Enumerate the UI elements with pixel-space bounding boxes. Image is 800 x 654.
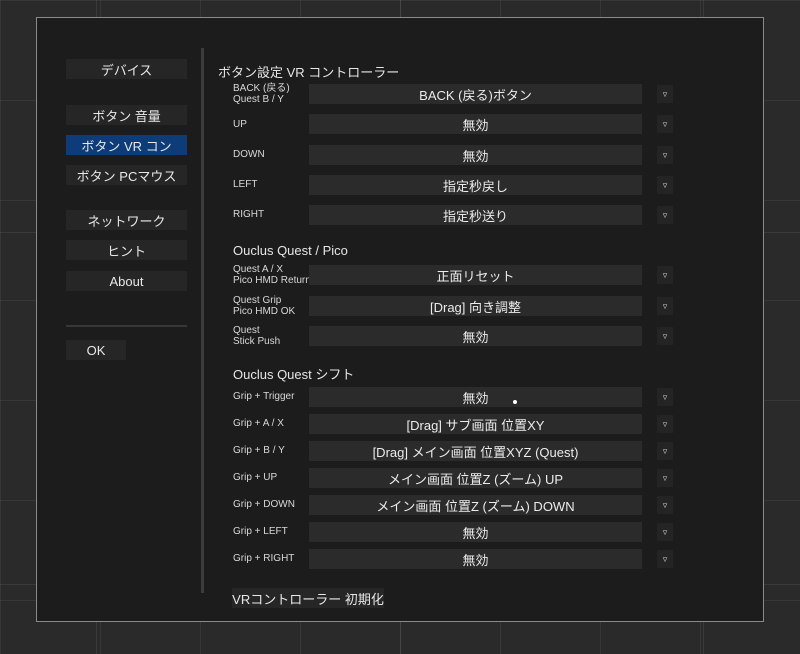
dropdown-up[interactable]: 無効 <box>309 114 642 134</box>
chevron-down-icon[interactable]: ▿ <box>657 146 673 164</box>
sidebar-item-hint[interactable]: ヒント <box>66 240 187 260</box>
row-label-grip-up: Grip + UP <box>233 472 278 483</box>
row-label-quest-ax: Quest A / X Pico HMD Return <box>233 264 311 286</box>
row-label-back: BACK (戻る) Quest B / Y <box>233 83 290 105</box>
dropdown-grip-by[interactable]: [Drag] メイン画面 位置XYZ (Quest) <box>309 441 642 461</box>
row-label-quest-grip: Quest Grip Pico HMD OK <box>233 295 296 317</box>
section-title-quest-pico: Ouclus Quest / Pico <box>233 243 348 258</box>
section-title-vr-controller: ボタン設定 VR コントローラー <box>218 65 400 80</box>
chevron-down-icon[interactable]: ▿ <box>657 442 673 460</box>
sidebar-item-button-volume[interactable]: ボタン 音量 <box>66 105 187 125</box>
row-label-grip-by: Grip + B / Y <box>233 445 285 456</box>
dropdown-quest-grip[interactable]: [Drag] 向き調整 <box>309 296 642 316</box>
ok-button[interactable]: OK <box>66 340 126 360</box>
chevron-down-icon[interactable]: ▿ <box>657 176 673 194</box>
dropdown-right[interactable]: 指定秒送り <box>309 205 642 225</box>
section-title-quest-shift: Ouclus Quest シフト <box>233 367 355 382</box>
row-label-left: LEFT <box>233 179 258 190</box>
sidebar-item-button-pc-mouse[interactable]: ボタン PCマウス <box>66 165 187 185</box>
row-label-grip-left: Grip + LEFT <box>233 526 288 537</box>
chevron-down-icon[interactable]: ▿ <box>657 85 673 103</box>
chevron-down-icon[interactable]: ▿ <box>657 415 673 433</box>
chevron-down-icon[interactable]: ▿ <box>657 297 673 315</box>
dropdown-grip-up[interactable]: メイン画面 位置Z (ズーム) UP <box>309 468 642 488</box>
row-label-up: UP <box>233 119 247 130</box>
chevron-down-icon[interactable]: ▿ <box>657 496 673 514</box>
chevron-down-icon[interactable]: ▿ <box>657 266 673 284</box>
dropdown-grip-left[interactable]: 無効 <box>309 522 642 542</box>
dropdown-grip-down[interactable]: メイン画面 位置Z (ズーム) DOWN <box>309 495 642 515</box>
dropdown-stick-push[interactable]: 無効 <box>309 326 642 346</box>
row-label-right: RIGHT <box>233 209 265 220</box>
row-label-grip-ax: Grip + A / X <box>233 418 284 429</box>
chevron-down-icon[interactable]: ▿ <box>657 550 673 568</box>
chevron-down-icon[interactable]: ▿ <box>657 206 673 224</box>
settings-dialog: デバイス ボタン 音量 ボタン VR コン ボタン PCマウス ネットワーク ヒ… <box>36 17 764 622</box>
row-label-grip-trigger: Grip + Trigger <box>233 391 295 402</box>
sidebar-item-button-vr[interactable]: ボタン VR コン <box>66 135 187 155</box>
dropdown-down[interactable]: 無効 <box>309 145 642 165</box>
dropdown-grip-trigger[interactable]: 無効 <box>309 387 642 407</box>
row-label-down: DOWN <box>233 149 265 160</box>
chevron-down-icon[interactable]: ▿ <box>657 469 673 487</box>
dropdown-grip-ax[interactable]: [Drag] サブ画面 位置XY <box>309 414 642 434</box>
chevron-down-icon[interactable]: ▿ <box>657 327 673 345</box>
row-label-grip-right: Grip + RIGHT <box>233 553 295 564</box>
chevron-down-icon[interactable]: ▿ <box>657 523 673 541</box>
row-label-stick-push: Quest Stick Push <box>233 325 281 347</box>
panel-divider <box>201 48 204 593</box>
dropdown-grip-right[interactable]: 無効 <box>309 549 642 569</box>
dropdown-quest-ax[interactable]: 正面リセット <box>309 265 642 285</box>
dropdown-back[interactable]: BACK (戻る)ボタン <box>309 84 642 104</box>
sidebar-divider <box>66 325 187 327</box>
sidebar-item-device[interactable]: デバイス <box>66 59 187 79</box>
row-label-grip-down: Grip + DOWN <box>233 499 295 510</box>
chevron-down-icon[interactable]: ▿ <box>657 115 673 133</box>
mouse-cursor-icon <box>513 400 517 404</box>
dropdown-left[interactable]: 指定秒戻し <box>309 175 642 195</box>
sidebar-item-network[interactable]: ネットワーク <box>66 210 187 230</box>
vr-controller-reset-button[interactable]: VRコントローラー 初期化 <box>232 588 384 608</box>
chevron-down-icon[interactable]: ▿ <box>657 388 673 406</box>
sidebar-item-about[interactable]: About <box>66 271 187 291</box>
